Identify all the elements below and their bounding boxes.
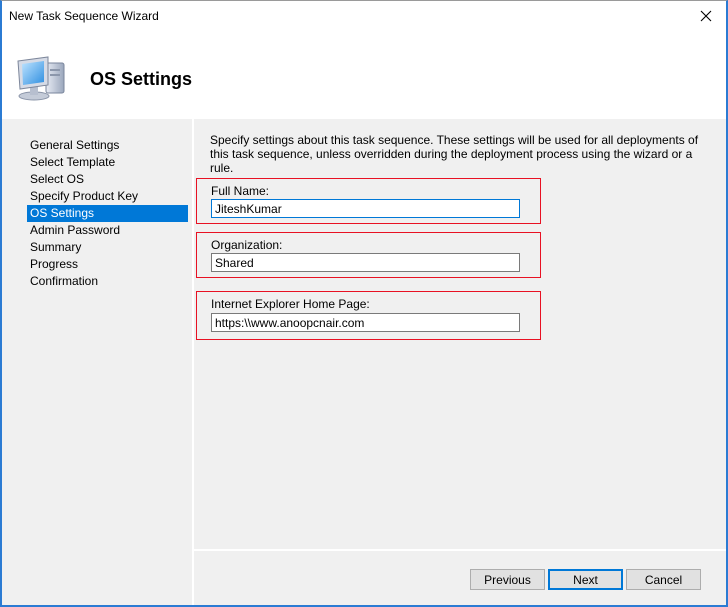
page-title: OS Settings [90,69,193,89]
wizard-body: General Settings Select Template Select … [2,119,726,605]
close-button[interactable] [696,6,716,26]
ie-home-page-group: Internet Explorer Home Page: [196,291,541,340]
nav-item-confirmation[interactable]: Confirmation [27,273,188,290]
previous-button[interactable]: Previous [470,569,545,590]
organization-label: Organization: [211,238,283,252]
nav-item-progress[interactable]: Progress [27,256,188,273]
nav-item-select-os[interactable]: Select OS [27,171,188,188]
ie-home-page-label: Internet Explorer Home Page: [211,297,370,311]
wizard-footer: Previous Next Cancel [194,551,726,605]
cancel-button[interactable]: Cancel [626,569,701,590]
window-title: New Task Sequence Wizard [9,9,159,23]
nav-item-general-settings[interactable]: General Settings [27,137,188,154]
nav-item-os-settings[interactable]: OS Settings [27,205,188,222]
ie-home-page-input[interactable] [211,313,520,332]
full-name-input[interactable] [211,199,520,218]
description-text: Specify settings about this task sequenc… [210,133,699,175]
content-panel: Specify settings about this task sequenc… [194,119,726,551]
nav-item-summary[interactable]: Summary [27,239,188,256]
next-button[interactable]: Next [548,569,623,590]
nav-item-admin-password[interactable]: Admin Password [27,222,188,239]
full-name-group: Full Name: [196,178,541,224]
nav-item-specify-product-key[interactable]: Specify Product Key [27,188,188,205]
computer-icon [17,56,65,101]
organization-input[interactable] [211,253,520,272]
organization-group: Organization: [196,232,541,278]
wizard-window: New Task Sequence Wizard OS Settings Gen… [0,0,728,607]
full-name-label: Full Name: [211,184,270,198]
title-bar: New Task Sequence Wizard [2,1,726,31]
close-icon [700,10,712,22]
wizard-header: OS Settings [2,31,726,119]
nav-item-select-template[interactable]: Select Template [27,154,188,171]
wizard-steps-nav: General Settings Select Template Select … [2,119,194,605]
